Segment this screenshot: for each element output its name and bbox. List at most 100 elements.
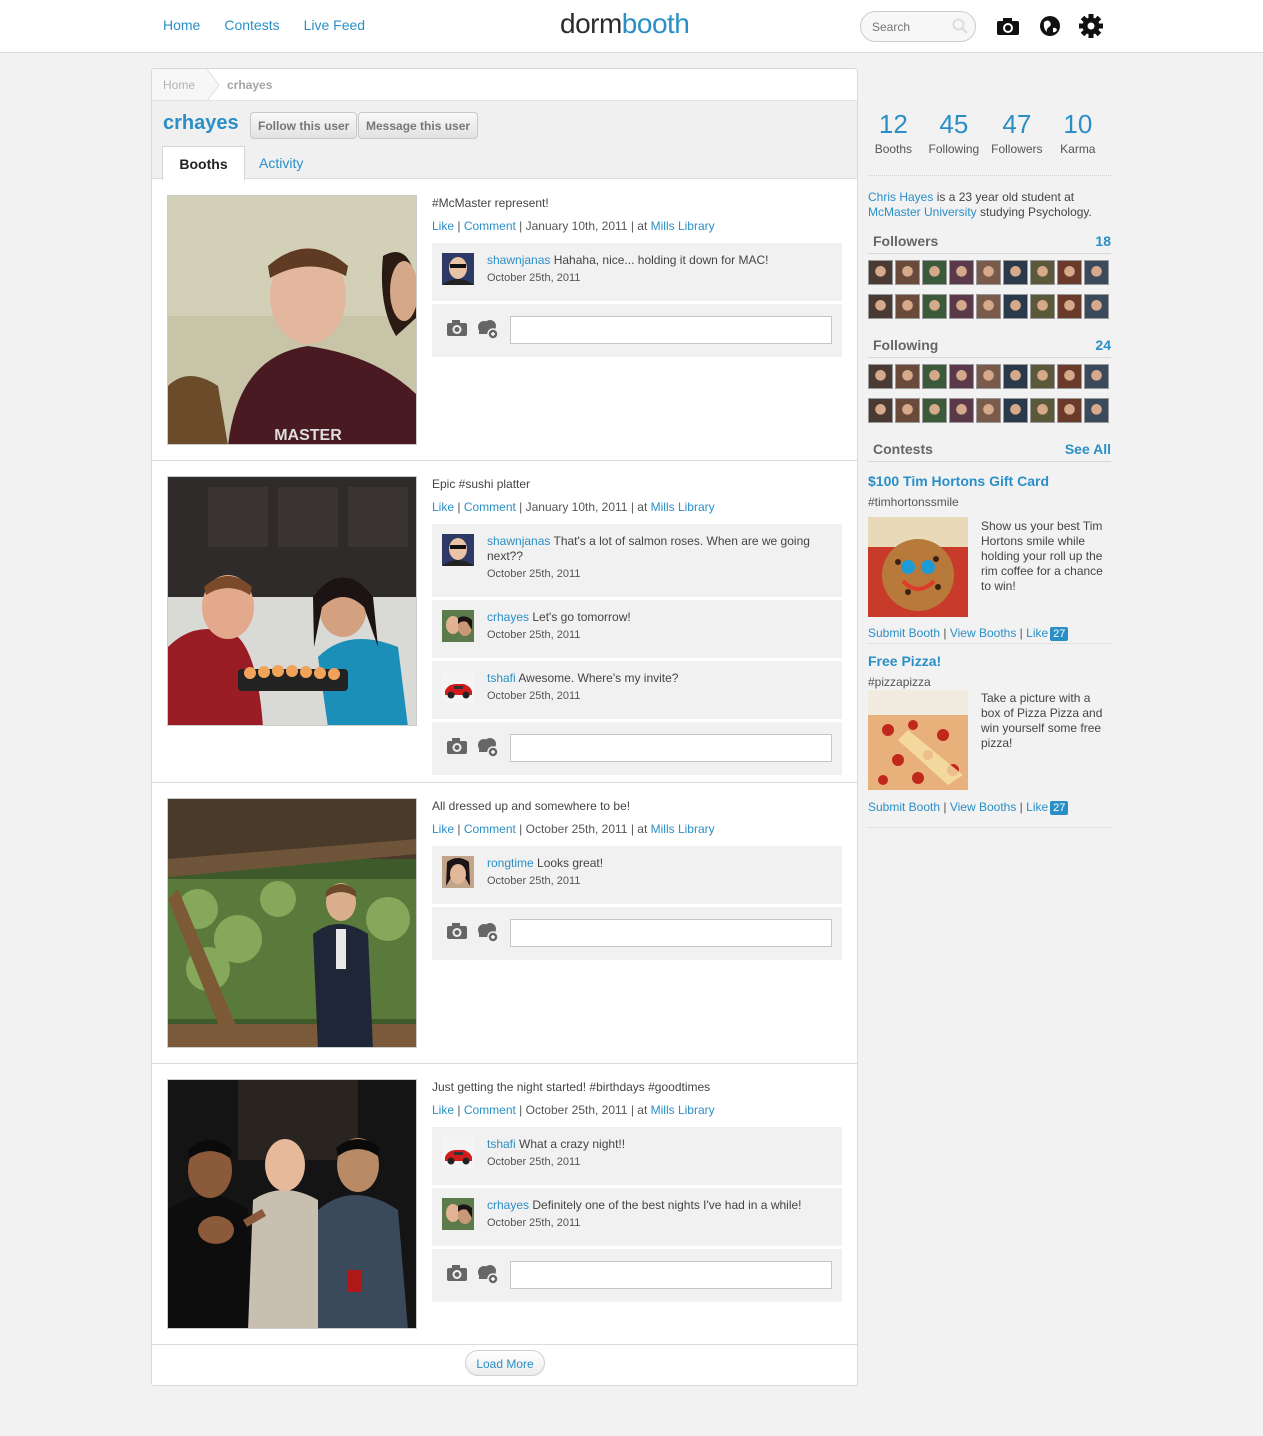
post-location[interactable]: Mills Library [651, 219, 715, 233]
camera-icon[interactable] [446, 736, 468, 759]
booth-photo[interactable] [167, 798, 417, 1048]
user-thumbnail[interactable] [1057, 397, 1082, 423]
user-thumbnail[interactable] [1057, 293, 1082, 319]
booth-photo[interactable] [167, 1079, 417, 1329]
camera-icon[interactable] [446, 318, 468, 341]
tab-activity[interactable]: Activity [259, 146, 303, 180]
user-thumbnail[interactable] [1057, 260, 1082, 285]
post-location[interactable]: Mills Library [651, 1103, 715, 1117]
user-thumbnail[interactable] [1057, 364, 1082, 389]
stat-following[interactable]: 45 Following [919, 110, 989, 175]
comment-user[interactable]: crhayes [487, 1198, 529, 1212]
avatar[interactable] [442, 671, 474, 703]
stat-booths[interactable]: 12 Booths [868, 110, 919, 175]
avatar[interactable] [442, 253, 474, 285]
like-link[interactable]: Like [432, 1103, 454, 1117]
camera-icon[interactable] [446, 1263, 468, 1286]
like-link[interactable]: Like [432, 822, 454, 836]
avatar[interactable] [442, 1137, 474, 1169]
comment-input[interactable] [510, 1261, 832, 1289]
avatar[interactable] [442, 856, 474, 888]
globe-icon[interactable] [1037, 13, 1063, 39]
upload-cloud-icon[interactable] [476, 921, 500, 946]
contest-thumbnail[interactable] [868, 517, 968, 617]
contest-title[interactable]: $100 Tim Hortons Gift Card [868, 473, 1049, 489]
avatar[interactable] [442, 534, 474, 566]
tab-booths[interactable]: Booths [162, 146, 245, 180]
user-thumbnail[interactable] [1003, 293, 1028, 319]
bio-school-link[interactable]: McMaster University [868, 205, 977, 219]
like-link[interactable]: Like [432, 219, 454, 233]
user-thumbnail[interactable] [1030, 397, 1055, 423]
submit-booth-link[interactable]: Submit Booth [868, 626, 940, 640]
following-count[interactable]: 24 [1095, 337, 1111, 354]
avatar[interactable] [442, 610, 474, 642]
load-more-button[interactable]: Load More [465, 1350, 545, 1376]
user-thumbnail[interactable] [895, 293, 920, 319]
user-thumbnail[interactable] [1003, 260, 1028, 285]
like-link[interactable]: Like [432, 500, 454, 514]
comment-input[interactable] [510, 919, 832, 947]
contest-like-link[interactable]: Like [1026, 626, 1048, 640]
user-thumbnail[interactable] [949, 397, 974, 423]
user-thumbnail[interactable] [1030, 293, 1055, 319]
comment-input[interactable] [510, 734, 832, 762]
comment-user[interactable]: rongtime [487, 856, 534, 870]
user-thumbnail[interactable] [922, 260, 947, 285]
upload-cloud-icon[interactable] [476, 736, 500, 761]
user-thumbnail[interactable] [1084, 260, 1109, 285]
user-thumbnail[interactable] [949, 293, 974, 319]
user-thumbnail[interactable] [922, 364, 947, 389]
contests-see-all[interactable]: See All [1065, 441, 1111, 458]
followers-count[interactable]: 18 [1095, 233, 1111, 250]
breadcrumb-home[interactable]: Home [152, 69, 208, 100]
booth-photo[interactable]: MASTER [167, 195, 417, 445]
contest-thumbnail[interactable] [868, 690, 968, 790]
view-booths-link[interactable]: View Booths [950, 800, 1017, 814]
user-thumbnail[interactable] [1084, 293, 1109, 319]
user-thumbnail[interactable] [1084, 397, 1109, 423]
user-thumbnail[interactable] [868, 364, 893, 389]
user-thumbnail[interactable] [949, 260, 974, 285]
upload-cloud-icon[interactable] [476, 1263, 500, 1288]
comment-input[interactable] [510, 316, 832, 344]
booth-photo[interactable] [167, 476, 417, 726]
user-thumbnail[interactable] [976, 293, 1001, 319]
nav-contests[interactable]: Contests [224, 17, 279, 33]
nav-live-feed[interactable]: Live Feed [304, 17, 365, 33]
bio-name-link[interactable]: Chris Hayes [868, 190, 933, 204]
comment-user[interactable]: tshafi [487, 671, 516, 685]
comment-user[interactable]: tshafi [487, 1137, 516, 1151]
user-thumbnail[interactable] [895, 260, 920, 285]
comment-user[interactable]: shawnjanas [487, 534, 550, 548]
avatar[interactable] [442, 1198, 474, 1230]
search-input[interactable] [870, 19, 948, 35]
user-thumbnail[interactable] [949, 364, 974, 389]
stat-karma[interactable]: 10 Karma [1045, 110, 1111, 175]
user-thumbnail[interactable] [868, 397, 893, 423]
comment-link[interactable]: Comment [464, 500, 516, 514]
user-thumbnail[interactable] [895, 397, 920, 423]
comment-link[interactable]: Comment [464, 822, 516, 836]
search-icon[interactable] [951, 17, 969, 38]
contest-title[interactable]: Free Pizza! [868, 653, 941, 669]
submit-booth-link[interactable]: Submit Booth [868, 800, 940, 814]
user-thumbnail[interactable] [976, 397, 1001, 423]
gear-icon[interactable] [1078, 13, 1104, 39]
user-thumbnail[interactable] [868, 260, 893, 285]
site-logo[interactable]: dormbooth [560, 8, 690, 40]
user-thumbnail[interactable] [1030, 364, 1055, 389]
user-thumbnail[interactable] [868, 293, 893, 319]
nav-home[interactable]: Home [163, 17, 200, 33]
camera-icon[interactable] [995, 13, 1021, 39]
user-thumbnail[interactable] [976, 364, 1001, 389]
user-thumbnail[interactable] [1003, 397, 1028, 423]
message-button[interactable]: Message this user [358, 112, 479, 139]
user-thumbnail[interactable] [895, 364, 920, 389]
user-thumbnail[interactable] [1030, 260, 1055, 285]
view-booths-link[interactable]: View Booths [950, 626, 1017, 640]
post-location[interactable]: Mills Library [651, 500, 715, 514]
comment-link[interactable]: Comment [464, 1103, 516, 1117]
user-thumbnail[interactable] [1084, 364, 1109, 389]
comment-link[interactable]: Comment [464, 219, 516, 233]
